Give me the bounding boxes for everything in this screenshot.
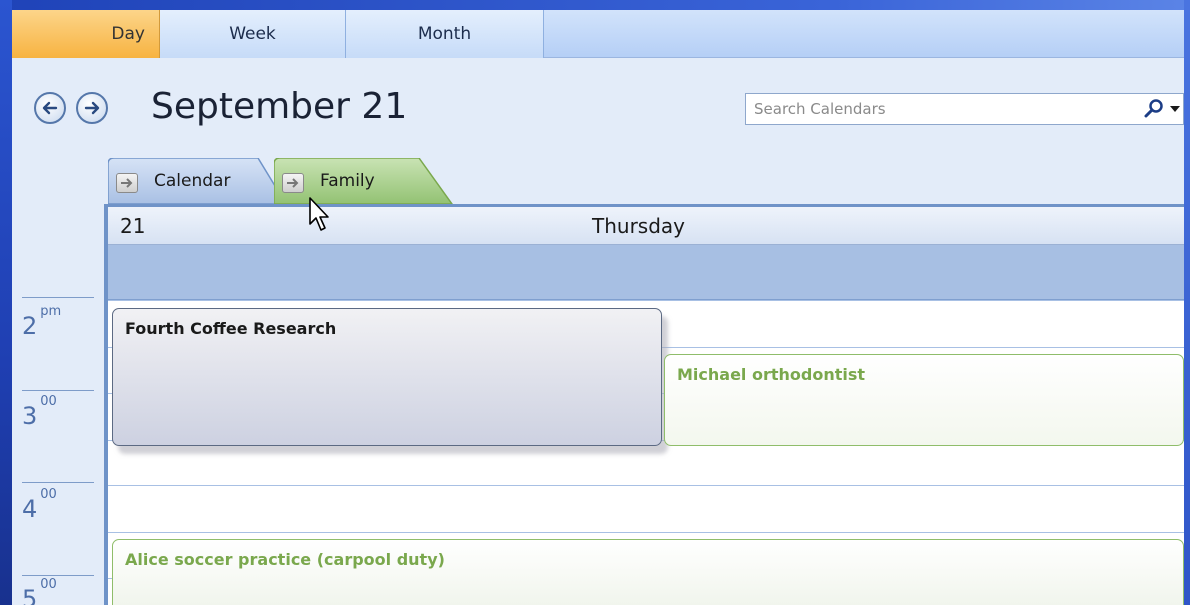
magnifier-icon[interactable] — [1143, 98, 1165, 120]
day-weekday: Thursday — [592, 214, 685, 238]
appointment-alice-soccer-practice[interactable]: Alice soccer practice (carpool duty) — [112, 539, 1184, 605]
search-input[interactable] — [746, 94, 1143, 124]
half-hour-line — [108, 532, 1184, 533]
day-header: 21 Thursday — [108, 207, 1184, 245]
tab-family[interactable]: Family — [274, 158, 454, 204]
mouse-cursor-icon — [309, 197, 329, 231]
view-tab-bar: Day Week Month — [12, 10, 1184, 58]
time-label-4: 400 — [22, 487, 57, 523]
overlay-arrow-icon[interactable] — [282, 173, 304, 193]
window-frame-left — [0, 0, 12, 605]
appointment-title: Alice soccer practice (carpool duty) — [125, 550, 445, 569]
next-day-button[interactable] — [76, 92, 108, 124]
tab-calendar[interactable]: Calendar — [108, 158, 288, 204]
appointment-michael-orthodontist[interactable]: Michael orthodontist — [664, 354, 1184, 446]
arrow-left-icon — [42, 101, 58, 115]
day-grid[interactable]: 21 Thursday Fourth Coffee Research Micha… — [104, 204, 1184, 605]
search-box[interactable] — [745, 93, 1184, 125]
hour-line — [108, 485, 1184, 486]
chevron-down-icon[interactable] — [1169, 98, 1181, 120]
time-divider — [22, 482, 94, 483]
tab-month[interactable]: Month — [346, 10, 544, 58]
tab-day[interactable]: Day — [12, 10, 160, 58]
overlay-arrow-icon[interactable] — [116, 173, 138, 193]
appointment-title: Fourth Coffee Research — [125, 319, 337, 338]
tab-week[interactable]: Week — [160, 10, 346, 58]
page-title: September 21 — [151, 86, 408, 127]
time-label-3: 300 — [22, 394, 57, 430]
time-label-5: 500 — [22, 577, 57, 605]
time-divider — [22, 575, 94, 576]
time-divider — [22, 390, 94, 391]
day-number: 21 — [120, 214, 146, 238]
all-day-band[interactable] — [108, 245, 1184, 300]
window-frame-top — [0, 0, 1190, 10]
tab-family-label: Family — [320, 171, 375, 191]
appointment-fourth-coffee-research[interactable]: Fourth Coffee Research — [112, 308, 662, 446]
time-divider — [22, 297, 94, 298]
window-frame-right — [1184, 0, 1190, 605]
time-label-2pm: 2pm — [22, 304, 62, 340]
hour-line — [108, 300, 1184, 301]
calendar-app: Day Week Month September 21 Search Calen… — [12, 10, 1184, 605]
appointment-title: Michael orthodontist — [677, 365, 866, 384]
previous-day-button[interactable] — [34, 92, 66, 124]
arrow-right-icon — [84, 101, 100, 115]
tab-calendar-label: Calendar — [154, 171, 231, 191]
